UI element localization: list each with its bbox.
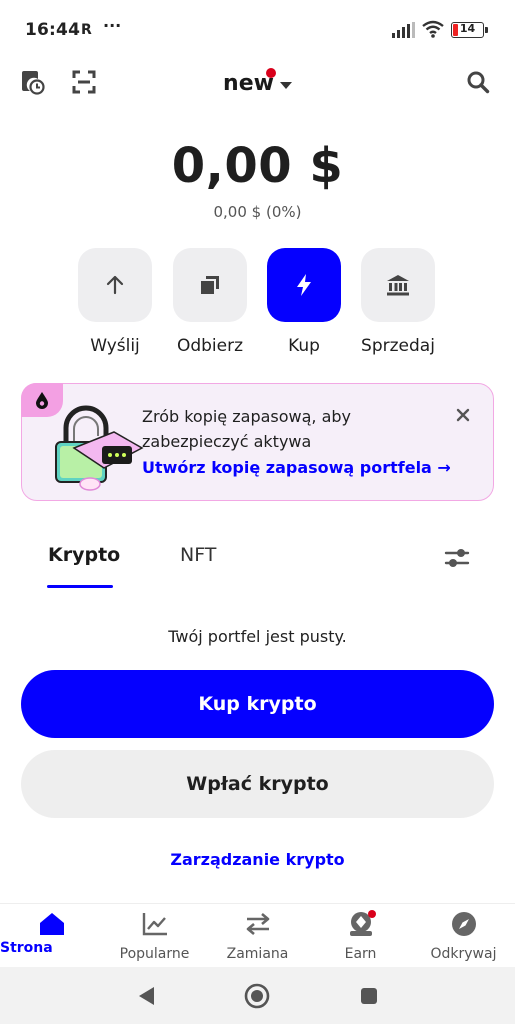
nav-discover[interactable]: Odkrywaj	[412, 904, 515, 967]
system-navigation-bar	[0, 967, 515, 1024]
home-icon	[40, 913, 64, 935]
send-tile[interactable]	[78, 248, 152, 322]
buy-tile[interactable]	[267, 248, 341, 322]
bank-icon	[387, 275, 409, 296]
sell-button[interactable]: Sprzedaj	[351, 248, 445, 356]
battery-level: 14	[459, 22, 476, 35]
nav-earn[interactable]: Earn	[309, 904, 412, 967]
manage-crypto-link[interactable]: Zarządzanie krypto	[0, 850, 515, 869]
system-home-button[interactable]	[244, 983, 270, 1009]
backup-banner[interactable]: Zrób kopię zapasową, aby zabezpieczyć ak…	[21, 383, 494, 501]
scan-button[interactable]	[67, 65, 101, 99]
nav-home[interactable]: Strona	[0, 904, 103, 967]
buy-button[interactable]: Kup	[257, 248, 351, 356]
back-triangle-icon	[139, 987, 154, 1005]
nav-popular[interactable]: Popularne	[103, 904, 206, 967]
sell-tile[interactable]	[361, 248, 435, 322]
tab-nft[interactable]: NFT	[180, 544, 216, 566]
nav-swap[interactable]: Zamiana	[206, 904, 309, 967]
recents-square-icon	[361, 988, 377, 1004]
asset-tabs: Krypto NFT	[0, 530, 515, 590]
chevron-down-icon	[279, 81, 292, 89]
scan-icon	[72, 70, 96, 94]
history-button[interactable]	[16, 65, 50, 99]
receive-button[interactable]: Odbierz	[163, 248, 257, 356]
sell-label: Sprzedaj	[361, 336, 435, 356]
bottom-navigation: Strona Popularne Zamiana Earn Odkrywaj	[0, 903, 515, 967]
backup-message: Zrób kopię zapasową, aby zabezpieczyć ak…	[142, 407, 352, 451]
status-bar: 16:44 R ··· 14	[0, 0, 515, 60]
status-time: 16:44	[25, 20, 81, 40]
buy-label: Kup	[288, 336, 320, 356]
more-notifications-indicator: ···	[103, 16, 122, 35]
nav-home-label: Strona	[0, 940, 53, 956]
send-label: Wyślij	[90, 336, 140, 356]
padlock-illustration-icon	[55, 405, 144, 491]
create-backup-link[interactable]: Utwórz kopię zapasową portfela →	[142, 458, 451, 477]
arrow-up-icon	[106, 275, 124, 295]
close-banner-button[interactable]	[452, 404, 474, 426]
chart-icon	[142, 913, 167, 936]
history-icon	[22, 71, 45, 95]
buy-crypto-button[interactable]: Kup krypto	[21, 670, 494, 738]
filter-button[interactable]	[441, 542, 473, 574]
balance-change: 0,00 $ (0%)	[213, 203, 302, 221]
system-recents-button[interactable]	[356, 983, 382, 1009]
empty-wallet-message: Twój portfel jest pusty.	[168, 627, 347, 646]
search-icon	[467, 71, 490, 94]
search-button[interactable]	[461, 65, 495, 99]
sliders-icon	[444, 549, 470, 567]
close-icon	[456, 408, 470, 422]
system-back-button[interactable]	[133, 983, 159, 1009]
home-circle-icon	[244, 983, 270, 1009]
top-header: new	[0, 60, 515, 105]
earn-notification-dot	[368, 910, 376, 918]
copy-icon	[201, 276, 219, 294]
deposit-crypto-button[interactable]: Wpłać krypto	[21, 750, 494, 818]
nav-discover-label: Odkrywaj	[430, 946, 497, 962]
nav-popular-label: Popularne	[119, 946, 190, 962]
battery-icon: 14	[451, 22, 488, 38]
total-balance: 0,00 $	[171, 138, 344, 194]
notification-dot	[266, 68, 276, 78]
wifi-icon	[422, 20, 444, 38]
nav-swap-label: Zamiana	[226, 946, 289, 962]
receive-tile[interactable]	[173, 248, 247, 322]
nav-earn-label: Earn	[344, 946, 377, 962]
compass-icon	[451, 912, 476, 936]
carrier-indicator: R	[81, 22, 92, 38]
send-button[interactable]: Wyślij	[68, 248, 162, 356]
receive-label: Odbierz	[176, 336, 244, 356]
active-tab-indicator	[47, 585, 113, 588]
lightning-icon	[297, 274, 311, 296]
swap-icon	[246, 913, 269, 935]
signal-icon	[392, 22, 415, 38]
quick-actions: Wyślij Odbierz Kup Sprzedaj	[0, 248, 515, 360]
wallet-selector[interactable]: new	[200, 66, 315, 100]
tab-crypto[interactable]: Krypto	[48, 544, 120, 566]
